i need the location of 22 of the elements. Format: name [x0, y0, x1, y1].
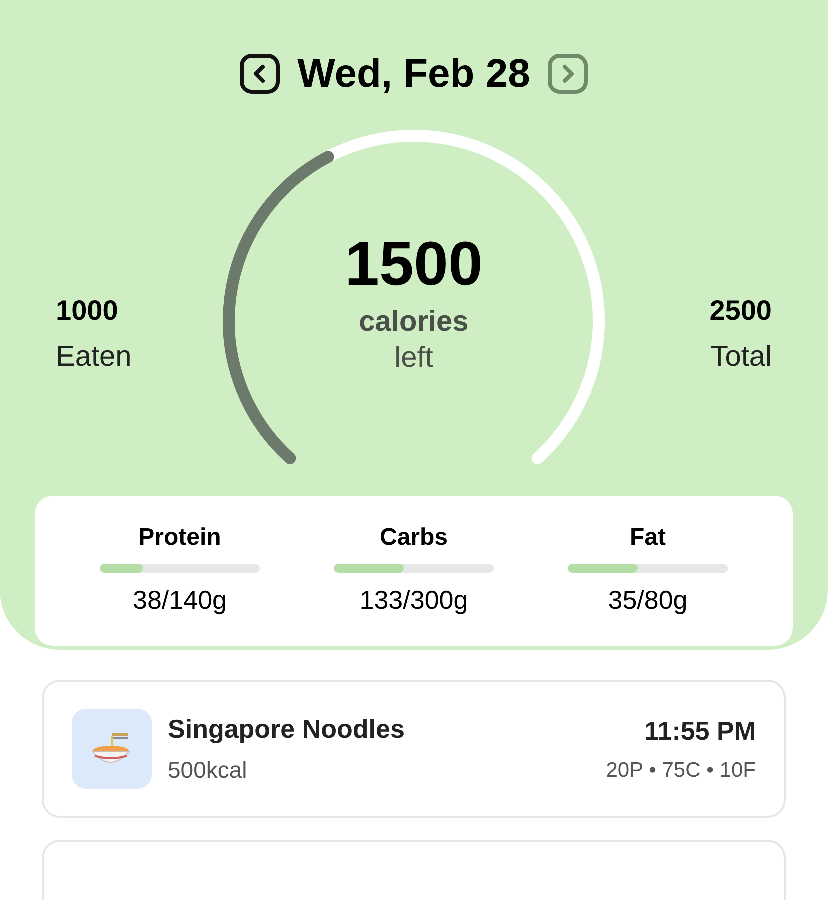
stat-label: Total [710, 340, 772, 375]
meal-calories: 500kcal [168, 756, 248, 786]
date-title: Wed, Feb 28 [298, 51, 530, 98]
macro-amount: 133/300g [360, 584, 468, 617]
stat-value: 1000 [56, 294, 118, 328]
stat-value: 2500 [710, 294, 772, 328]
macro-name: Protein [138, 523, 222, 553]
macro-amount: 35/80g [608, 584, 688, 617]
previous-day-button[interactable] [238, 54, 282, 94]
meal-card[interactable]: Singapore Noodles 500kcal 11:55 PM 20P • 75C • 10F [42, 680, 786, 818]
meal-name: Singapore Noodles [168, 713, 406, 746]
calories-left-value: 1500 [345, 234, 483, 296]
stat-label: Eaten [56, 340, 132, 375]
noodle-bowl-icon [72, 709, 152, 789]
meal-macros: 20P • 75C • 10F [606, 758, 756, 784]
next-day-button[interactable] [546, 54, 590, 94]
meal-time: 11:55 PM [644, 714, 756, 748]
macro-name: Carbs [380, 523, 448, 553]
macro-amount: 38/140g [133, 584, 227, 617]
calories-unit: calories [359, 305, 469, 340]
calories-caption: left [394, 341, 434, 376]
macro-name: Fat [630, 523, 666, 553]
